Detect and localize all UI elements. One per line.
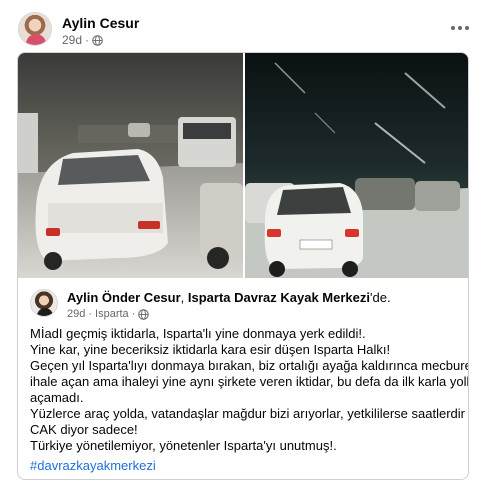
post-meta: 29d ·	[62, 33, 103, 47]
shared-post-header: Aylin Önder Cesur, Isparta Davraz Kayak …	[30, 289, 460, 321]
post-text-line: Yine kar, yine beceriksiz iktidarla kara…	[30, 342, 391, 357]
avatar[interactable]	[18, 12, 52, 46]
title-comma: ,	[180, 290, 188, 305]
post-text-line: Geçen yıl Isparta'lıyı donmaya bırakan, …	[30, 358, 469, 373]
shared-author[interactable]: Aylin Önder Cesur	[67, 290, 181, 305]
shared-time[interactable]: 29d	[67, 308, 85, 320]
shared-avatar[interactable]	[30, 289, 58, 317]
shared-meta-separator-2: ·	[131, 308, 136, 320]
shared-post[interactable]: Aylin Önder Cesur, Isparta Davraz Kayak …	[17, 52, 469, 480]
shared-location[interactable]: Isparta Davraz Kayak Merkezi	[188, 290, 370, 305]
post-text-line: açamadı.	[30, 390, 84, 405]
more-options-icon[interactable]	[447, 18, 473, 38]
shared-meta-separator: ·	[88, 308, 93, 320]
facebook-post: Aylin Cesur 29d · Aylin Önder Cesur, Isp…	[0, 0, 489, 485]
photo-snowy-traffic[interactable]	[18, 53, 243, 278]
shared-place[interactable]: Isparta	[95, 308, 129, 320]
post-time[interactable]: 29d	[62, 33, 82, 47]
post-header: Aylin Cesur 29d ·	[18, 10, 473, 48]
meta-separator: ·	[85, 33, 90, 47]
globe-icon	[138, 308, 150, 320]
globe-icon	[92, 34, 103, 46]
photo-night-snow[interactable]	[245, 53, 468, 278]
post-text-line: ihale açan ama ihaleyi yine aynı şirkete…	[30, 374, 469, 389]
post-text-line: CAK diyor sadece!	[30, 422, 138, 437]
post-text-line: Türkiye yönetilemiyor, yönetenler Ispart…	[30, 438, 337, 453]
shared-title: Aylin Önder Cesur, Isparta Davraz Kayak …	[67, 290, 391, 305]
shared-meta: 29d · Isparta ·	[67, 308, 150, 320]
post-text-line: MİadI geçmiş iktidarla, Isparta'lı yine …	[30, 326, 366, 341]
hashtag-link[interactable]: #davrazkayakmerkezi	[30, 458, 460, 474]
post-author[interactable]: Aylin Cesur	[62, 15, 139, 31]
location-suffix: 'de.	[370, 290, 391, 305]
post-text: MİadI geçmiş iktidarla, Isparta'lı yine …	[30, 326, 469, 474]
post-text-line: Yüzlerce araç yolda, vatandaşlar mağdur …	[30, 406, 469, 421]
photo-grid	[18, 53, 468, 278]
